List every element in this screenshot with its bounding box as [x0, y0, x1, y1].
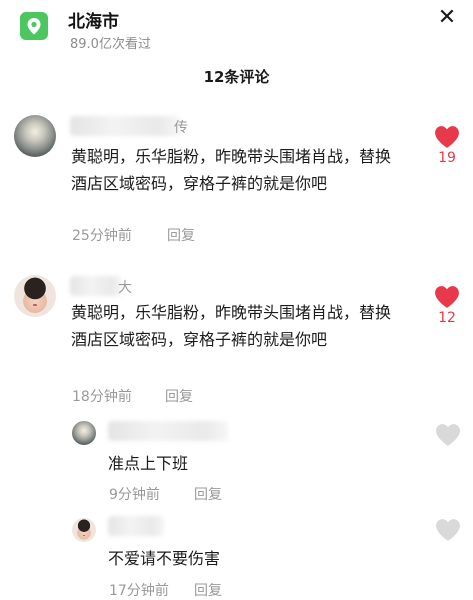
comment-text: 黄聪明，乐华脂粉，昨晚带头围堵肖战，替换酒店区域密码，穿格子裤的就是你吧	[71, 147, 392, 193]
reply-button[interactable]: 回复	[194, 484, 222, 504]
close-icon[interactable]: ✕	[432, 3, 462, 33]
like-count: 12	[438, 310, 456, 326]
comment-time: 18分钟前	[72, 389, 132, 405]
avatar[interactable]	[72, 518, 96, 542]
username-blurred	[70, 276, 122, 296]
username-blurred	[70, 116, 180, 136]
avatar[interactable]	[14, 275, 56, 317]
location-header: 北海市 89.0亿次看过 ✕	[0, 0, 473, 60]
comment-time: 25分钟前	[72, 228, 132, 244]
view-count: 89.0亿次看过	[70, 37, 151, 52]
username-visible-part[interactable]: 传	[174, 117, 188, 137]
reply-button[interactable]: 回复	[167, 225, 195, 245]
reply-text: 准点上下班	[108, 454, 189, 473]
username-blurred	[108, 516, 164, 536]
avatar[interactable]	[14, 115, 56, 157]
reply-time: 9分钟前	[109, 487, 160, 503]
heart-icon[interactable]	[434, 285, 460, 309]
username-visible-part[interactable]: 大	[118, 277, 132, 297]
reply-text: 不爱请不要伤害	[108, 549, 221, 568]
reply-button[interactable]: 回复	[165, 386, 193, 406]
reply-button[interactable]: 回复	[194, 580, 222, 600]
heart-icon[interactable]	[435, 423, 461, 447]
reply-time: 17分钟前	[109, 583, 169, 599]
heart-icon[interactable]	[434, 125, 460, 149]
like-count: 19	[438, 150, 456, 166]
comment-text: 黄聪明，乐华脂粉，昨晚带头围堵肖战，替换酒店区域密码，穿格子裤的就是你吧	[71, 303, 392, 349]
heart-icon[interactable]	[435, 518, 461, 542]
avatar[interactable]	[72, 421, 96, 445]
location-pin-icon	[20, 12, 48, 40]
username-blurred	[108, 421, 228, 441]
location-title[interactable]: 北海市	[68, 7, 119, 32]
comment-count-title: 12条评论	[203, 68, 270, 86]
